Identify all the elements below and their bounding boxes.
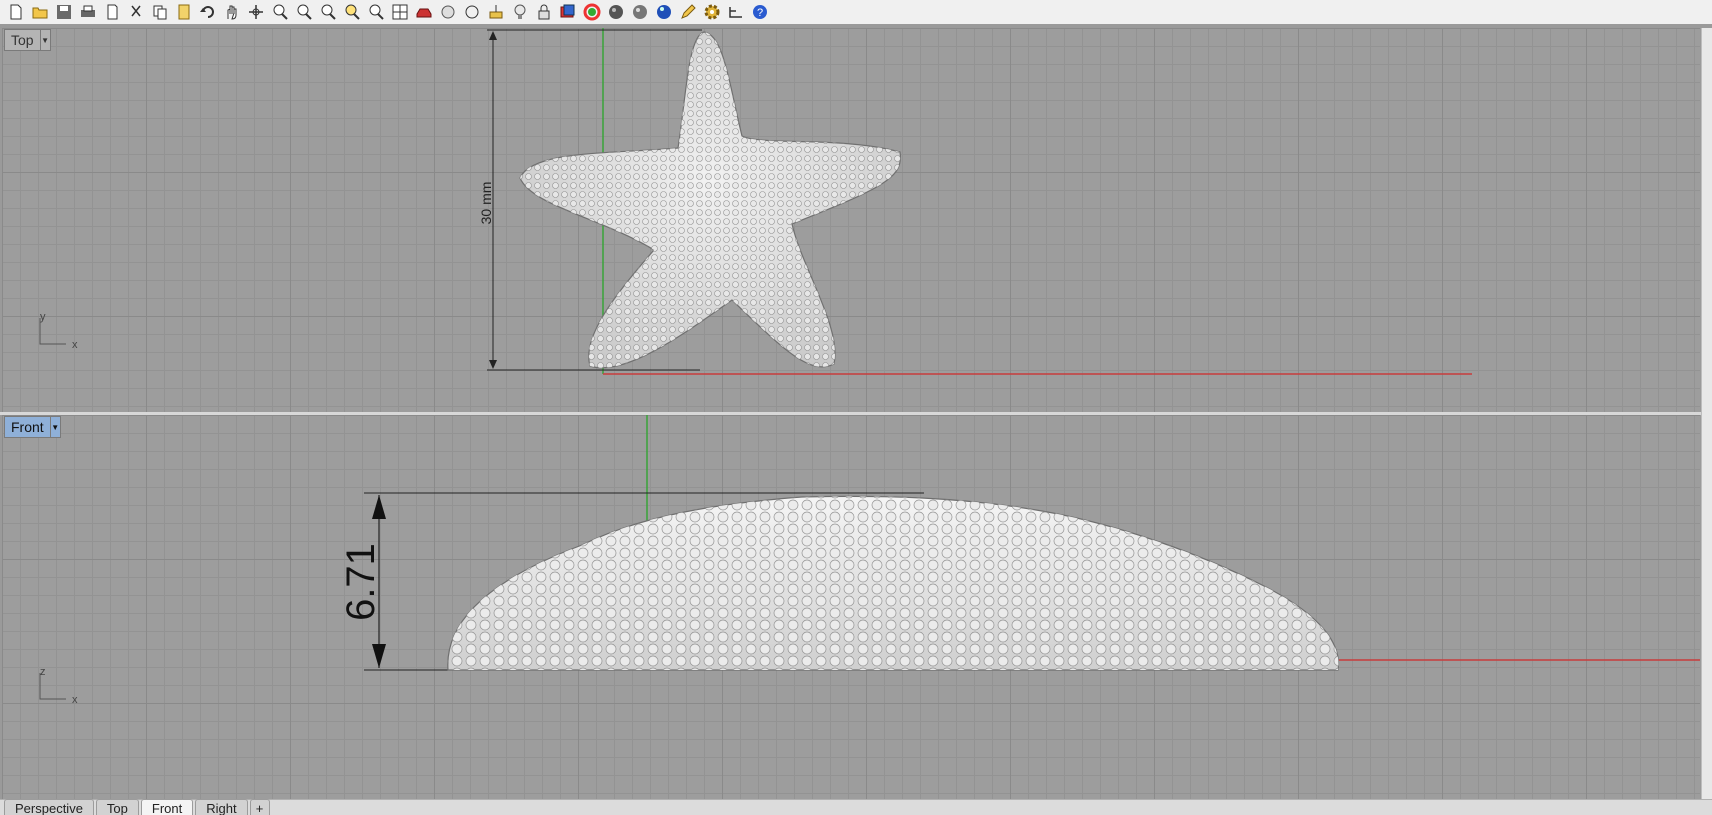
paste-icon[interactable] [174,2,194,22]
top-viewport[interactable]: 30 mm y x Top ▼ [2,28,1700,412]
viewport-title: Top [11,32,34,48]
lock-icon[interactable] [534,2,554,22]
shaded-sphere-icon[interactable] [630,2,650,22]
sphere-icon[interactable] [606,2,626,22]
color-wheel-icon[interactable] [582,2,602,22]
viewport-label-top[interactable]: Top ▼ [4,29,51,51]
viewport-label-front[interactable]: Front ▼ [4,416,61,438]
copy-icon[interactable] [150,2,170,22]
chevron-down-icon[interactable]: ▼ [39,30,50,50]
axis-x-label: x [72,694,78,706]
starfish-front-view [447,495,1340,671]
zoom-window-icon[interactable] [294,2,314,22]
save-icon[interactable] [54,2,74,22]
axis-z-label: z [40,666,46,678]
help-icon[interactable]: ? [750,2,770,22]
add-tab-button[interactable]: + [249,799,270,815]
import-icon[interactable] [102,2,122,22]
tab-front[interactable]: Front [140,799,194,815]
front-viewport-canvas: 6.71 z x [39,415,1700,706]
svg-text:?: ? [757,7,763,19]
starfish-top-view [519,31,902,369]
cut-icon[interactable] [126,2,146,22]
light-icon[interactable] [510,2,530,22]
toolbar: ? [0,0,1712,24]
render-sphere-icon[interactable] [654,2,674,22]
zoom-selected-icon[interactable] [342,2,362,22]
render-settings-icon[interactable] [438,2,458,22]
zoom-extents-icon[interactable] [366,2,386,22]
dimension-icon[interactable] [726,2,746,22]
tab-top[interactable]: Top [95,799,139,815]
material-icon[interactable] [558,2,578,22]
front-viewport[interactable]: 6.71 z x Front ▼ [2,415,1700,799]
dimension-arrow-top [372,495,386,519]
car-icon[interactable] [414,2,434,22]
print-icon[interactable] [78,2,98,22]
circle-icon[interactable] [462,2,482,22]
pan-icon[interactable] [222,2,242,22]
zoom-icon[interactable] [270,2,290,22]
open-icon[interactable] [30,2,50,22]
new-icon[interactable] [6,2,26,22]
gear-icon[interactable] [702,2,722,22]
dimension-arrow-bottom [372,644,386,668]
viewport-title: Front [11,419,44,435]
dimension-text: 30 mm [478,182,494,225]
pencil-icon[interactable] [678,2,698,22]
tab-perspective[interactable]: Perspective [4,799,94,815]
viewport-tabs: Perspective Top Front Right + [0,799,1712,815]
dimension-arrow-top [489,31,497,40]
axis-y-label: y [40,311,46,323]
tab-right[interactable]: Right [195,799,248,815]
layers-icon[interactable] [486,2,506,22]
rotate-icon[interactable] [246,2,266,22]
grid-icon[interactable] [390,2,410,22]
zoom-dynamic-icon[interactable] [318,2,338,22]
axis-x-label: x [72,339,78,351]
undo-icon[interactable] [198,2,218,22]
dimension-text: 6.71 [339,543,383,621]
chevron-down-icon[interactable]: ▼ [49,417,60,437]
side-panel-edge[interactable] [1701,28,1712,799]
dimension-arrow-bottom [489,360,497,369]
top-viewport-canvas: 30 mm y x [39,28,1472,375]
